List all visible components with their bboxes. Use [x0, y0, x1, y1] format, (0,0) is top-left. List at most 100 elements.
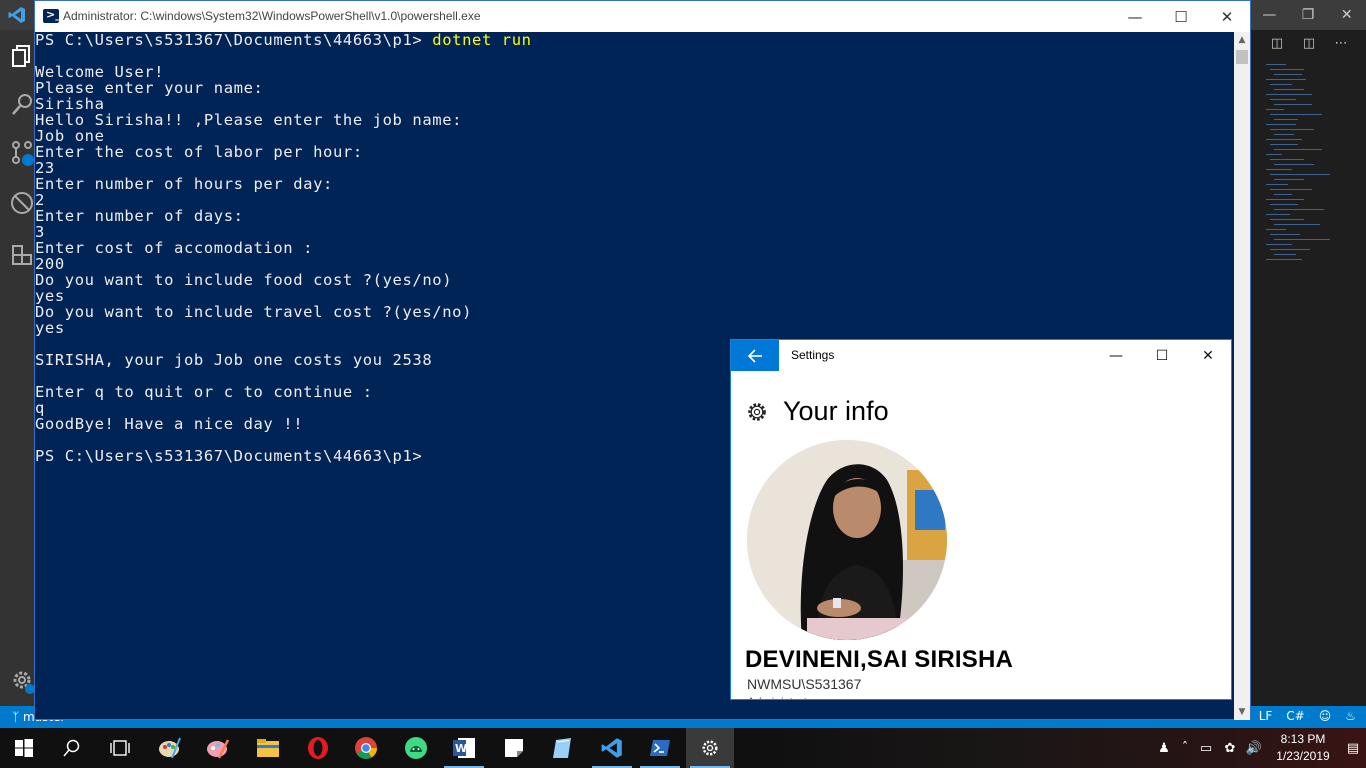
profile-photo [747, 440, 947, 640]
desktop: — ❐ ✕ ◫ ◫ ⋯ ᛉ master LF [0, 0, 1366, 768]
scroll-thumb[interactable] [1236, 50, 1248, 64]
chrome-icon [355, 737, 377, 759]
vscode-icon [601, 738, 622, 758]
taskbar-vscode[interactable] [588, 728, 636, 768]
settings-gear-icon [702, 740, 718, 756]
settings-window: Settings — ☐ ✕ Your info DEVINENI,SAI SI… [730, 339, 1232, 700]
notifications-bell-icon[interactable]: ♨ [1345, 709, 1356, 723]
vscode-restore-button[interactable]: ❐ [1289, 0, 1328, 30]
console-line: SIRISHA, your job Job one costs you 2538 [35, 351, 433, 369]
powershell-title: Administrator: C:\windows\System32\Windo… [63, 9, 481, 23]
console-line: Do you want to include travel cost ?(yes… [35, 303, 472, 321]
console-line: Enter number of days: [35, 207, 244, 225]
paint-3d-icon [207, 739, 230, 759]
user-role: Administrator [747, 695, 818, 699]
taskbar-chrome[interactable] [342, 728, 390, 768]
search-button[interactable] [48, 728, 96, 768]
people-icon[interactable]: ♟ [1152, 728, 1176, 768]
user-display-name: DEVINENI,SAI SIRISHA [745, 646, 1014, 673]
command-line: PS C:\Users\s531367\Documents\44663\p1> … [35, 32, 532, 48]
console-line: 3 [35, 223, 45, 241]
sticky-notes-icon [505, 739, 523, 757]
taskbar-android-studio[interactable] [392, 728, 440, 768]
console-line: 200 [35, 255, 65, 273]
clock-time: 8:13 PM [1280, 732, 1326, 746]
word-icon: W [453, 738, 475, 758]
taskbar-search-icon [63, 739, 80, 757]
back-arrow-icon [747, 348, 762, 363]
taskbar-sticky-notes[interactable] [490, 728, 538, 768]
taskbar: W ♟ ˆ ▭ ✿ 🔊 8:13 PM 1/23/2019 ▤ [0, 728, 1366, 768]
back-arrow-button[interactable] [731, 340, 779, 371]
prompt-text: PS C:\Users\s531367\Documents\44663\p1> [35, 31, 433, 49]
status-language[interactable]: C# [1286, 709, 1304, 723]
taskbar-file-explorer[interactable] [244, 728, 292, 768]
paint-icon [159, 737, 181, 759]
settings-maximize-button[interactable]: ☐ [1139, 340, 1185, 371]
svg-text:W: W [455, 742, 467, 755]
user-avatar[interactable] [747, 440, 947, 640]
settings-close-button[interactable]: ✕ [1185, 340, 1231, 371]
powershell-minimize-button[interactable]: — [1112, 1, 1158, 32]
vscode-close-button[interactable]: ✕ [1327, 0, 1366, 30]
status-eol[interactable]: LF [1259, 709, 1273, 723]
vscode-logo-icon [8, 6, 26, 24]
console-line: Welcome User! [35, 63, 165, 81]
scroll-up-arrow-icon[interactable]: ▲ [1234, 32, 1250, 48]
settings-minimize-button[interactable]: — [1093, 340, 1139, 371]
settings-titlebar: Settings — ☐ ✕ [731, 340, 1231, 371]
command-text: dotnet run [432, 31, 532, 49]
console-line: 2 [35, 191, 45, 209]
gear-icon [745, 400, 769, 424]
taskbar-notepad[interactable] [538, 728, 586, 768]
vscode-minimize-button[interactable]: — [1250, 0, 1289, 30]
powershell-scrollbar[interactable]: ▲ ▼ [1234, 32, 1250, 720]
powershell-maximize-button[interactable]: ☐ [1158, 1, 1204, 32]
console-line: Do you want to include food cost ?(yes/n… [35, 271, 453, 289]
windows-logo-icon [15, 739, 33, 757]
console-line: q [35, 399, 45, 417]
scroll-down-arrow-icon[interactable]: ▼ [1234, 704, 1250, 720]
powershell-close-button[interactable]: ✕ [1204, 1, 1250, 32]
task-view-button[interactable] [96, 728, 144, 768]
split-editor-icon[interactable]: ◫ [1300, 36, 1318, 54]
wifi-icon[interactable]: ✿ [1218, 728, 1242, 768]
notepad-icon [553, 738, 571, 758]
system-tray: ♟ ˆ ▭ ✿ 🔊 8:13 PM 1/23/2019 ▤ [1152, 728, 1366, 768]
console-line: Sirisha [35, 95, 105, 113]
console-line: Please enter your name: [35, 79, 264, 97]
taskbar-clock[interactable]: 8:13 PM 1/23/2019 [1266, 731, 1340, 765]
taskbar-powershell[interactable] [636, 728, 684, 768]
console-output: PS C:\Users\s531367\Documents\44663\p1> … [35, 32, 532, 464]
folder-icon [257, 739, 279, 757]
action-center-icon[interactable]: ▤ [1340, 728, 1366, 768]
battery-icon[interactable]: ▭ [1194, 728, 1218, 768]
open-changes-icon[interactable]: ◫ [1268, 36, 1286, 54]
more-actions-icon[interactable]: ⋯ [1332, 36, 1350, 54]
page-title: Your info [783, 396, 889, 426]
taskbar-settings[interactable] [686, 728, 734, 768]
branch-icon: ᛉ [12, 710, 20, 724]
taskbar-paint-3d[interactable] [194, 728, 242, 768]
console-line: yes [35, 287, 65, 305]
powershell-icon: >_ [43, 8, 61, 23]
console-line: GoodBye! Have a nice day !! [35, 415, 304, 433]
console-line: Enter q to quit or c to continue : [35, 383, 373, 401]
taskbar-paint[interactable] [146, 728, 194, 768]
console-line: Hello Sirisha!! ,Please enter the job na… [35, 111, 463, 129]
taskbar-word[interactable]: W [440, 728, 488, 768]
vscode-minimap [1258, 64, 1366, 274]
feedback-smiley-icon[interactable]: ☺ [1319, 709, 1332, 723]
settings-title: Settings [791, 348, 835, 362]
final-prompt-line: PS C:\Users\s531367\Documents\44663\p1> [35, 447, 423, 465]
console-line: Enter number of hours per day: [35, 175, 333, 193]
volume-icon[interactable]: 🔊 [1242, 728, 1266, 768]
start-button[interactable] [0, 728, 48, 768]
console-line: Job one [35, 127, 105, 145]
console-line: 23 [35, 159, 55, 177]
show-hidden-icons-chevron-icon[interactable]: ˆ [1176, 728, 1194, 768]
taskbar-opera[interactable] [294, 728, 342, 768]
